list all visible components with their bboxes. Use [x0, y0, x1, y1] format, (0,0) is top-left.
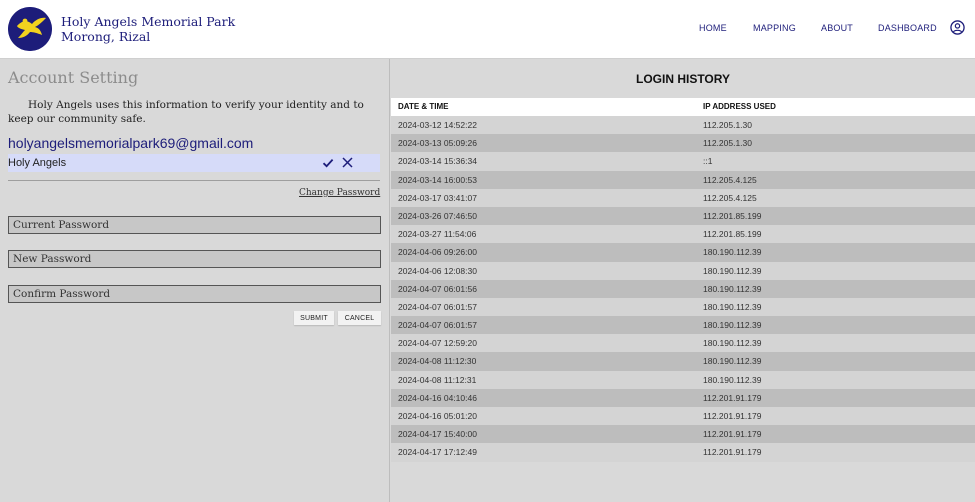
column-header-ip: IP ADDRESS USED: [703, 102, 776, 111]
row-date-time: 2024-03-27 11:54:06: [398, 229, 477, 240]
nav-mapping[interactable]: MAPPING: [753, 23, 796, 33]
table-row: 2024-04-07 06:01:57 180.190.112.39: [391, 297, 975, 317]
row-ip-address: 180.190.112.39: [703, 338, 762, 349]
user-circle-icon[interactable]: [950, 20, 965, 35]
email-display: holyangelsmemorialpark69@gmail.com: [8, 135, 254, 151]
row-date-time: 2024-04-16 05:01:20: [398, 411, 477, 421]
row-ip-address: 180.190.112.39: [703, 265, 762, 276]
row-date-time: 2024-04-07 12:59:20: [398, 338, 477, 349]
row-ip-address: 180.190.112.39: [703, 301, 762, 312]
login-history-rows: 2024-03-12 14:52:22 112.205.1.30 2024-03-1…: [391, 116, 975, 462]
row-date-time: 2024-04-07 06:01:57: [398, 301, 477, 312]
table-row: 2024-03-17 03:41:07 112.205.4.125: [391, 188, 975, 207]
table-row: 2024-04-17 15:40:00 112.201.91.179: [391, 425, 975, 444]
top-header: Holy Angels Memorial Park Morong, Rizal …: [0, 0, 975, 59]
row-ip-address: 112.205.1.30: [703, 120, 752, 130]
row-ip-address: 112.201.91.179: [703, 392, 762, 403]
row-ip-address: 112.201.85.199: [703, 229, 762, 240]
row-date-time: 2024-03-26 07:46:50: [398, 210, 477, 221]
table-row: 2024-04-07 12:59:20 180.190.112.39: [391, 334, 975, 353]
cancel-button[interactable]: CANCEL: [338, 311, 381, 325]
row-ip-address: 180.190.112.39: [703, 356, 762, 367]
row-date-time: 2024-03-14 16:00:53: [398, 174, 477, 185]
table-header: DATE & TIME IP ADDRESS USED: [391, 98, 975, 116]
login-history-title: LOGIN HISTORY: [635, 72, 730, 86]
row-date-time: 2024-04-06 09:26:00: [398, 247, 477, 258]
table-row: 2024-04-16 05:01:20 112.201.91.179: [391, 407, 975, 426]
account-description: Holy Angels uses this information to ver…: [8, 99, 364, 125]
name-edit-row: Holy Angels: [8, 154, 380, 172]
table-row: 2024-04-07 06:01:57 180.190.112.39: [391, 316, 975, 335]
row-ip-address: 112.201.91.179: [703, 447, 762, 458]
row-ip-address: 180.190.112.39: [703, 374, 762, 385]
nav-dashboard[interactable]: DASHBOARD: [878, 23, 937, 33]
table-row: 2024-04-07 06:01:56 180.190.112.39: [391, 279, 975, 298]
row-ip-address: ::1: [703, 156, 713, 167]
angel-logo[interactable]: [8, 7, 52, 51]
row-ip-address: 112.201.91.179: [703, 411, 762, 421]
row-ip-address: 112.201.91.179: [703, 429, 762, 440]
angel-logo-icon: [8, 7, 52, 51]
table-row: 2024-04-08 11:12:30 180.190.112.39: [391, 352, 975, 371]
close-icon[interactable]: [341, 156, 354, 169]
row-date-time: 2024-03-12 14:52:22: [398, 120, 477, 130]
row-ip-address: 112.201.85.199: [703, 210, 762, 221]
brand-text: Holy Angels Memorial Park Morong, Rizal: [61, 14, 235, 44]
row-ip-address: 112.205.1.30: [703, 138, 752, 149]
row-ip-address: 180.190.112.39: [703, 283, 762, 294]
row-date-time: 2024-04-07 06:01:56: [398, 283, 477, 294]
confirm-password-field[interactable]: [8, 285, 381, 303]
row-ip-address: 180.190.112.39: [703, 247, 762, 258]
table-row: 2024-04-08 11:12:31 180.190.112.39: [391, 370, 975, 389]
login-history-panel: LOGIN HISTORY DATE & TIME IP ADDRESS USE…: [391, 59, 975, 502]
name-field[interactable]: Holy Angels: [8, 157, 66, 169]
brand-name: Holy Angels Memorial Park: [61, 14, 236, 29]
table-row: 2024-03-27 11:54:06 112.201.85.199: [391, 225, 975, 244]
nav-about[interactable]: ABOUT: [821, 23, 853, 33]
brand-location: Morong, Rizal: [61, 29, 151, 44]
table-row: 2024-03-14 16:00:53 112.205.4.125: [391, 170, 975, 189]
row-date-time: 2024-04-16 04:10:46: [398, 392, 477, 403]
new-password-field[interactable]: [8, 250, 381, 268]
row-date-time: 2024-04-17 15:40:00: [398, 429, 477, 440]
column-header-date: DATE & TIME: [398, 102, 449, 111]
table-row: 2024-04-06 12:08:30 180.190.112.39: [391, 261, 975, 280]
nav-home[interactable]: HOME: [699, 23, 727, 33]
table-row: 2024-04-16 04:10:46 112.201.91.179: [391, 388, 975, 407]
row-date-time: 2024-04-08 11:12:30: [398, 356, 477, 367]
row-date-time: 2024-04-17 17:12:49: [398, 447, 477, 458]
table-row: 2024-03-13 05:09:26 112.205.1.30: [391, 134, 975, 153]
divider: [8, 180, 380, 181]
row-date-time: 2024-04-08 11:12:31: [398, 374, 477, 385]
table-row: 2024-03-12 14:52:22 112.205.1.30: [391, 116, 975, 135]
row-date-time: 2024-03-14 15:36:34: [398, 156, 477, 167]
row-ip-address: 112.205.4.125: [703, 174, 757, 185]
current-password-field[interactable]: [8, 216, 381, 234]
row-ip-address: 112.205.4.125: [703, 192, 757, 203]
submit-button[interactable]: SUBMIT: [294, 311, 334, 325]
row-date-time: 2024-04-06 12:08:30: [398, 265, 477, 276]
table-row: 2024-04-17 17:12:49 112.201.91.179: [391, 443, 975, 462]
table-row: 2024-03-14 15:36:34::1: [391, 152, 975, 171]
table-row: 2024-03-26 07:46:50 112.201.85.199: [391, 206, 975, 226]
row-date-time: 2024-04-07 06:01:57: [398, 320, 477, 331]
account-setting-title: Account Setting: [8, 68, 139, 87]
row-date-time: 2024-03-13 05:09:26: [398, 138, 477, 149]
account-setting-panel: Account Setting Holy Angels uses this in…: [0, 59, 390, 502]
change-password-link[interactable]: Change Password: [299, 188, 380, 198]
check-icon[interactable]: [322, 157, 334, 169]
row-ip-address: 180.190.112.39: [703, 320, 762, 331]
row-date-time: 2024-03-17 03:41:07: [398, 192, 477, 203]
table-row: 2024-04-06 09:26:00 180.190.112.39: [391, 243, 975, 262]
